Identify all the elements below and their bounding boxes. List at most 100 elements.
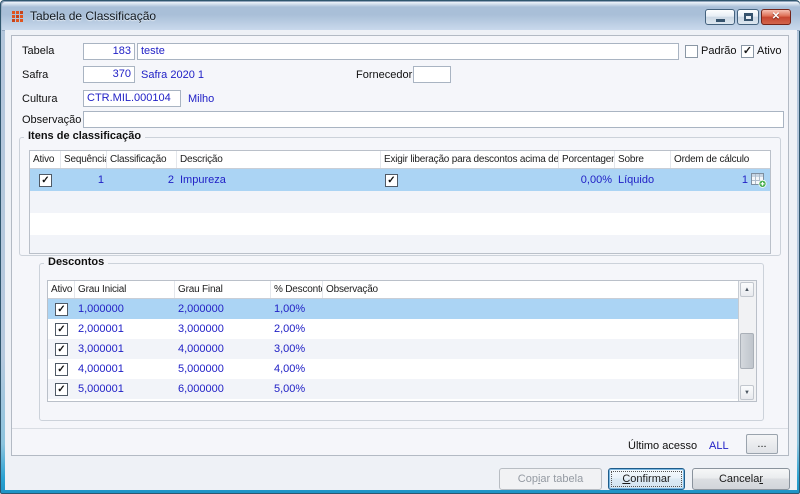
col-sequencia[interactable]: Sequência: [61, 151, 107, 168]
cell-grau-final: 3,000000: [178, 323, 224, 335]
calc-order-grid-add-icon[interactable]: [751, 172, 767, 188]
empty-row: [30, 213, 770, 235]
col-descricao[interactable]: Descrição: [177, 151, 381, 168]
row-ativo-checkbox[interactable]: ✓: [55, 362, 68, 376]
cultura-code-field[interactable]: CTR.MIL.000104: [83, 90, 181, 107]
safra-code-field[interactable]: 370: [83, 66, 135, 83]
safra-name-text: Safra 2020 1: [141, 69, 204, 81]
close-button[interactable]: ✕: [761, 9, 791, 25]
window-title: Tabela de Classificação: [30, 9, 157, 23]
cell-sequencia: 1: [97, 174, 104, 186]
itens-row-selected[interactable]: ✓ 1 2 Impureza ✓ 0,00% Líquido 1: [30, 169, 770, 191]
footer-separator: [12, 428, 788, 429]
fornecedor-label: Fornecedor: [356, 69, 413, 81]
vertical-scrollbar[interactable]: ▲ ▼: [738, 281, 756, 401]
itens-grid: Ativo Sequência Classificação Descrição …: [29, 150, 771, 254]
scroll-up-icon: ▲: [744, 286, 750, 293]
cell-grau-final: 4,000000: [178, 343, 224, 355]
scrollbar-thumb[interactable]: [740, 333, 754, 369]
cell-desconto: 4,00%: [274, 363, 306, 375]
cell-grau-inicial: 1,000000: [78, 303, 124, 315]
ativo-checkbox[interactable]: ✓: [741, 45, 754, 58]
cell-classificacao: 2: [167, 174, 174, 186]
dialog-window: Tabela de Classificação ✕ Tabela 183 tes…: [0, 0, 800, 494]
titlebar[interactable]: Tabela de Classificação ✕: [2, 2, 800, 31]
row-exigir-checkbox[interactable]: ✓: [385, 173, 398, 187]
desconto-row[interactable]: ✓ 5,000001 6,000000 5,00%: [48, 379, 739, 399]
maximize-icon: [743, 13, 753, 21]
descontos-group: Descontos Ativo Grau Inicial Grau Final …: [39, 256, 764, 421]
tabela-name-field[interactable]: teste: [137, 43, 679, 60]
empty-row: [30, 191, 770, 213]
observacao-field[interactable]: [83, 111, 784, 128]
row-ativo-checkbox[interactable]: ✓: [55, 302, 68, 316]
cell-desconto: 2,00%: [274, 323, 306, 335]
cell-grau-final: 5,000000: [178, 363, 224, 375]
itens-classificacao-group: Itens de classificação Ativo Sequência C…: [19, 130, 781, 256]
cell-sobre: Líquido: [618, 174, 655, 186]
col-porcentagem[interactable]: Porcentagem: [559, 151, 615, 168]
tabela-code-field[interactable]: 183: [83, 43, 135, 60]
fornecedor-field[interactable]: [413, 66, 451, 83]
cell-desconto: 5,00%: [274, 383, 306, 395]
minimize-button[interactable]: [705, 9, 735, 25]
dialog-body: Tabela 183 teste Padrão ✓ Ativo Safra 37…: [5, 30, 797, 490]
row-ativo-checkbox[interactable]: ✓: [55, 342, 68, 356]
cell-grau-final: 6,000000: [178, 383, 224, 395]
cell-porcentagem: 0,00%: [580, 174, 612, 186]
descontos-title: Descontos: [44, 256, 109, 268]
scroll-down-icon: ▼: [744, 389, 750, 396]
cell-grau-final: 2,000000: [178, 303, 224, 315]
scroll-up-button[interactable]: ▲: [740, 282, 754, 297]
close-icon: ✕: [771, 11, 781, 22]
descontos-grid: Ativo Grau Inicial Grau Final % Desconto…: [47, 280, 757, 402]
app-icon: [11, 10, 24, 23]
cell-desconto: 3,00%: [274, 343, 306, 355]
maximize-button[interactable]: [737, 9, 759, 25]
desconto-row[interactable]: ✓ 1,000000 2,000000 1,00%: [48, 299, 739, 319]
row-ativo-checkbox[interactable]: ✓: [39, 173, 52, 187]
cell-grau-inicial: 4,000001: [78, 363, 124, 375]
col-grau-final[interactable]: Grau Final: [175, 281, 271, 298]
browse-button-label: ...: [757, 438, 767, 450]
safra-label: Safra: [22, 69, 49, 81]
col-ordem-calculo[interactable]: Ordem de cálculo: [671, 151, 770, 168]
ultimo-acesso-label: Último acesso: [628, 440, 698, 452]
cell-grau-inicial: 3,000001: [78, 343, 124, 355]
cell-grau-inicial: 5,000001: [78, 383, 124, 395]
cell-descricao: Impureza: [180, 174, 226, 186]
itens-grid-header: Ativo Sequência Classificação Descrição …: [30, 151, 770, 169]
col-observacao[interactable]: Observação: [323, 281, 739, 298]
ativo-label: Ativo: [757, 45, 782, 57]
observacao-label: Observação: [22, 114, 82, 126]
itens-classificacao-title: Itens de classificação: [24, 130, 146, 142]
col-grau-inicial[interactable]: Grau Inicial: [75, 281, 175, 298]
col-exigir-liberacao[interactable]: Exigir liberação para descontos acima de: [381, 151, 559, 168]
col-sobre[interactable]: Sobre: [615, 151, 671, 168]
descontos-grid-header: Ativo Grau Inicial Grau Final % Desconto…: [48, 281, 739, 299]
col-ativo[interactable]: Ativo: [48, 281, 75, 298]
empty-row: [30, 235, 770, 253]
row-ativo-checkbox[interactable]: ✓: [55, 382, 68, 396]
desconto-row[interactable]: ✓ 4,000001 5,000000 4,00%: [48, 359, 739, 379]
cultura-name-text: Milho: [188, 93, 215, 105]
cell-grau-inicial: 2,000001: [78, 323, 124, 335]
ultimo-acesso-value: ALL: [709, 440, 729, 452]
cell-desconto: 1,00%: [274, 303, 306, 315]
padrao-label: Padrão: [701, 45, 737, 57]
row-ativo-checkbox[interactable]: ✓: [55, 322, 68, 336]
col-ativo[interactable]: Ativo: [30, 151, 61, 168]
desconto-row[interactable]: ✓ 3,000001 4,000000 3,00%: [48, 339, 739, 359]
cancelar-button[interactable]: Cancelar: [692, 468, 790, 490]
col-classificacao[interactable]: Classificação: [107, 151, 177, 168]
scroll-down-button[interactable]: ▼: [740, 385, 754, 400]
minimize-icon: [715, 18, 725, 22]
desconto-row[interactable]: ✓ 2,000001 3,000000 2,00%: [48, 319, 739, 339]
browse-button[interactable]: ...: [746, 434, 778, 454]
cultura-label: Cultura: [22, 93, 58, 105]
col-desconto[interactable]: % Desconto: [271, 281, 323, 298]
confirmar-button[interactable]: Confirmar: [608, 468, 685, 490]
copiar-tabela-button[interactable]: Copiar tabela: [499, 468, 602, 490]
tabela-label: Tabela: [22, 45, 55, 57]
padrao-checkbox[interactable]: [685, 45, 698, 58]
